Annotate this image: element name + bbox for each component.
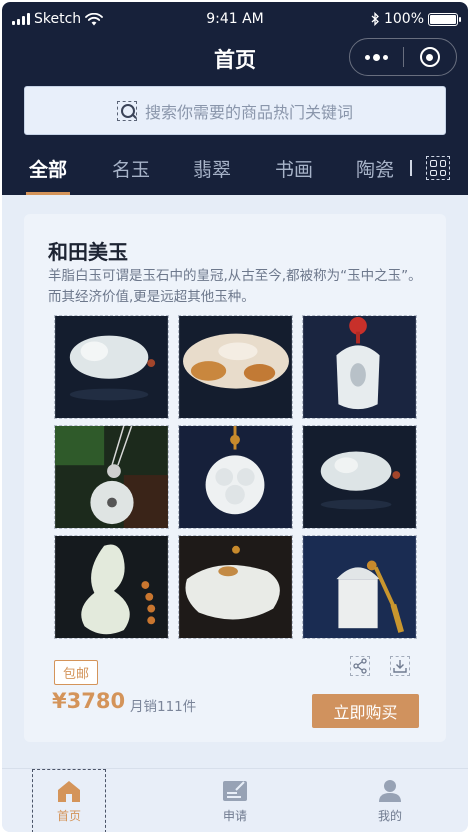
jade-disc-image bbox=[55, 426, 168, 528]
jade-ornament-image bbox=[55, 316, 168, 418]
jade-gourd-image bbox=[55, 536, 168, 638]
tab-ceramics[interactable]: 陶瓷 bbox=[356, 155, 394, 182]
tab-all[interactable]: 全部 bbox=[29, 155, 67, 182]
product-image[interactable] bbox=[302, 535, 417, 639]
share-icon[interactable] bbox=[350, 656, 370, 676]
product-image[interactable] bbox=[54, 425, 169, 529]
tab-famous-jade[interactable]: 名玉 bbox=[112, 155, 150, 182]
bottom-tab-bar: 首页 申请 我的 bbox=[2, 768, 468, 832]
jade-cord-image bbox=[303, 316, 416, 418]
jade-peony-image bbox=[179, 426, 292, 528]
app-screen: Sketch 9:41 AM 100% 首页 搜索你需要的商品热门关键词 全部 … bbox=[2, 2, 468, 832]
product-description: 羊脂白玉可谓是玉石中的皇冠,从古至今,都被称为“玉中之玉”。而其经济价值,更是远… bbox=[48, 268, 422, 305]
product-image[interactable] bbox=[54, 535, 169, 639]
tab-calligraphy-painting[interactable]: 书画 bbox=[275, 155, 313, 182]
product-card[interactable]: 和田美玉 羊脂白玉可谓是玉石中的皇冠,从古至今,都被称为“玉中之玉”。而其经济价… bbox=[24, 214, 446, 742]
home-icon bbox=[58, 780, 80, 802]
search-bar[interactable]: 搜索你需要的商品热门关键词 bbox=[24, 86, 446, 135]
download-icon[interactable] bbox=[390, 656, 410, 676]
jade-ornament-image-2 bbox=[303, 426, 416, 528]
product-image[interactable] bbox=[178, 315, 293, 419]
tab-jadeite[interactable]: 翡翠 bbox=[193, 155, 231, 182]
battery-percent: 100% bbox=[383, 11, 424, 27]
profile-icon bbox=[379, 779, 401, 802]
product-gallery bbox=[54, 315, 418, 639]
tabbar-profile-label: 我的 bbox=[377, 808, 402, 823]
battery-icon bbox=[428, 12, 461, 26]
tabbar-apply[interactable]: 申请 bbox=[185, 769, 285, 832]
jade-seal-image bbox=[303, 536, 416, 638]
close-mini-program-button[interactable] bbox=[404, 47, 457, 67]
product-title: 和田美玉 bbox=[48, 240, 128, 264]
product-image[interactable] bbox=[178, 535, 293, 639]
tabbar-profile[interactable]: 我的 bbox=[340, 769, 440, 832]
product-price: ¥3780 bbox=[52, 689, 126, 713]
category-tabs: 全部 名玉 翡翠 书画 陶瓷 bbox=[2, 150, 468, 195]
product-image[interactable] bbox=[178, 425, 293, 529]
active-tab-indicator bbox=[26, 192, 70, 195]
free-shipping-badge: 包邮 bbox=[54, 660, 99, 685]
bluetooth-icon bbox=[371, 12, 379, 26]
jade-russet-image bbox=[179, 316, 292, 418]
product-image[interactable] bbox=[54, 315, 169, 419]
target-icon bbox=[419, 47, 440, 67]
product-image[interactable] bbox=[302, 315, 417, 419]
product-image[interactable] bbox=[302, 425, 417, 529]
jade-carving-image bbox=[179, 536, 292, 638]
status-bar: Sketch 9:41 AM 100% bbox=[2, 2, 468, 36]
search-icon bbox=[116, 100, 137, 121]
more-options-button[interactable] bbox=[350, 53, 403, 61]
search-placeholder: 搜索你需要的商品热门关键词 bbox=[144, 102, 353, 122]
tabbar-home-label: 首页 bbox=[56, 808, 81, 823]
monthly-sales: 月销111件 bbox=[130, 699, 197, 715]
tabbar-apply-label: 申请 bbox=[222, 808, 247, 823]
grid-icon[interactable] bbox=[426, 156, 450, 180]
buy-now-button[interactable]: 立即购买 bbox=[312, 694, 419, 728]
header-region: Sketch 9:41 AM 100% 首页 搜索你需要的商品热门关键词 全部 … bbox=[2, 2, 468, 195]
tabbar-home[interactable]: 首页 bbox=[32, 769, 106, 832]
apply-icon bbox=[223, 780, 247, 801]
mini-program-capsule bbox=[349, 38, 457, 76]
